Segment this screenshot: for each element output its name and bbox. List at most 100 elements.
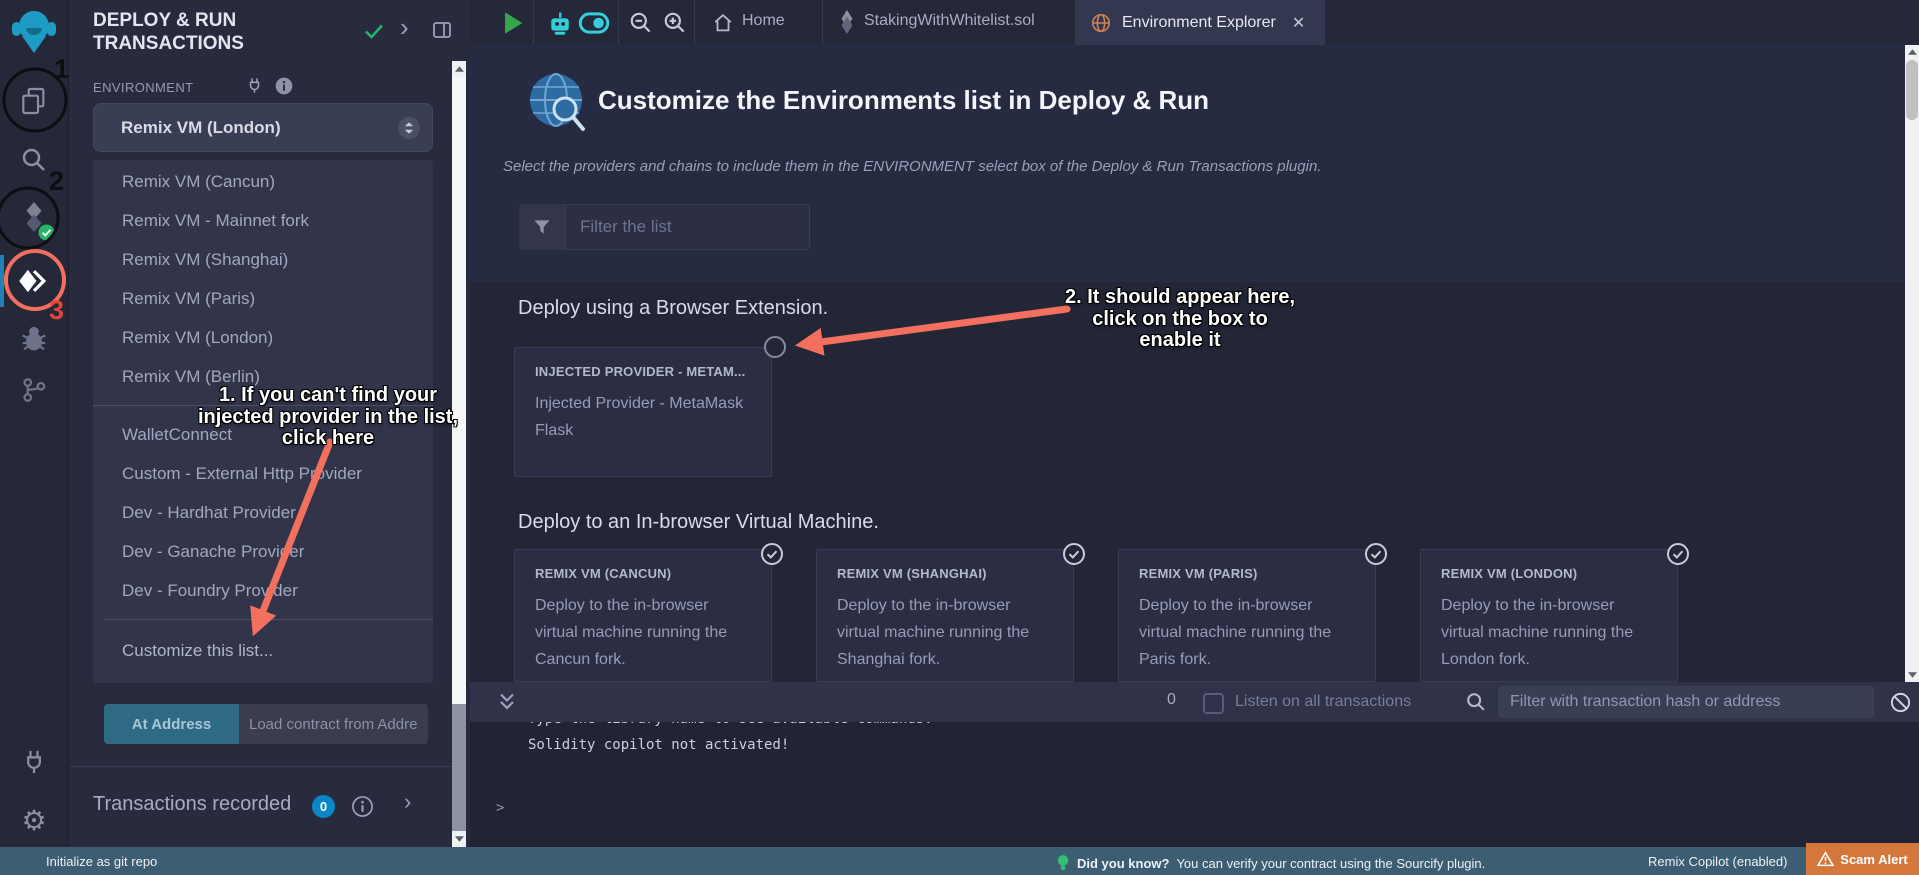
panel-title: DEPLOY & RUN TRANSACTIONS	[93, 9, 328, 55]
main-scrollbar[interactable]	[1905, 45, 1919, 682]
environment-selected-value: Remix VM (London)	[121, 118, 281, 138]
plug-icon	[20, 748, 48, 776]
scrollbar-up-button[interactable]	[1905, 45, 1919, 59]
select-updown-icon	[398, 117, 420, 139]
tabbar-separator	[822, 0, 823, 45]
sidebar-item-plugin-manager[interactable]	[0, 742, 68, 782]
panel-collapse-chevron[interactable]: ›	[400, 12, 409, 43]
provider-card-title: REMIX VM (PARIS)	[1139, 566, 1258, 581]
provider-card-remix-vm-london[interactable]: REMIX VM (LONDON) Deploy to the in-brows…	[1420, 549, 1678, 682]
environment-dropdown-list: Remix VM (Cancun) Remix VM - Mainnet for…	[93, 160, 433, 683]
home-icon	[712, 12, 734, 34]
terminal-toolbar: 0 Listen on all transactions	[470, 682, 1919, 722]
env-option-external-http-provider[interactable]: Custom - External Http Provider	[93, 454, 433, 493]
env-option-hardhat-provider[interactable]: Dev - Hardhat Provider	[93, 493, 433, 532]
provider-card-remix-vm-cancun[interactable]: REMIX VM (CANCUN) Deploy to the in-brows…	[514, 549, 772, 682]
remix-logo[interactable]	[0, 6, 68, 56]
env-option-remix-vm-paris[interactable]: Remix VM (Paris)	[93, 279, 433, 318]
filter-funnel-button[interactable]	[519, 204, 565, 250]
sidebar-item-solidity-compiler[interactable]	[0, 196, 68, 238]
sidebar-item-debugger[interactable]	[0, 318, 68, 358]
env-option-foundry-provider[interactable]: Dev - Foundry Provider	[93, 571, 433, 610]
vm-paris-checkbox-checked[interactable]	[1364, 542, 1388, 566]
sidebar-item-search[interactable]	[0, 140, 68, 180]
environment-label: ENVIRONMENT	[93, 80, 193, 95]
lightbulb-icon	[1056, 854, 1070, 872]
environment-explorer-content: Customize the Environments list in Deplo…	[470, 45, 1919, 682]
zoom-out-icon[interactable]	[628, 10, 654, 36]
customize-globe-icon	[527, 71, 589, 133]
terminal-listen-count: 0	[1167, 691, 1176, 709]
compiler-success-badge	[38, 224, 55, 241]
tab-environment-explorer[interactable]: Environment Explorer ✕	[1075, 0, 1325, 45]
transactions-recorded-label: Transactions recorded	[93, 793, 291, 816]
clear-console-ban-icon[interactable]	[1889, 691, 1912, 714]
scrollbar-thumb[interactable]	[452, 77, 466, 704]
sidebar-item-deploy-run[interactable]	[0, 259, 68, 303]
transactions-count-badge: 0	[312, 795, 335, 818]
vm-shanghai-checkbox-checked[interactable]	[1062, 542, 1086, 566]
env-option-remix-vm-mainnet-fork[interactable]: Remix VM - Mainnet fork	[93, 201, 433, 240]
close-tab-icon[interactable]: ✕	[1292, 13, 1305, 33]
provider-card-injected-metamask[interactable]: INJECTED PROVIDER - METAM... Injected Pr…	[514, 347, 772, 477]
initialize-git-repo-button[interactable]: Initialize as git repo	[46, 854, 157, 869]
env-option-remix-vm-berlin[interactable]: Remix VM (Berlin)	[93, 357, 433, 396]
listen-all-transactions-checkbox[interactable]	[1203, 693, 1224, 714]
listen-all-transactions-label[interactable]: Listen on all transactions	[1235, 693, 1411, 711]
deploy-run-panel: DEPLOY & RUN TRANSACTIONS › ENVIRONMENT …	[68, 0, 470, 847]
env-option-remix-vm-cancun[interactable]: Remix VM (Cancun)	[93, 162, 433, 201]
pin-panel-icon[interactable]	[430, 18, 454, 42]
funnel-icon	[532, 217, 552, 237]
ai-assistant-robot-icon[interactable]	[546, 9, 574, 37]
load-contract-address-input[interactable]	[239, 704, 428, 744]
terminal-line: Solidity copilot not activated!	[528, 737, 789, 753]
run-script-play-icon[interactable]	[502, 11, 524, 35]
scam-alert-button[interactable]: Scam Alert	[1806, 843, 1919, 875]
panel-scrollbar[interactable]	[452, 61, 466, 847]
tip-title: Did you know?	[1077, 856, 1169, 871]
dropdown-divider	[103, 619, 433, 620]
env-option-remix-vm-london[interactable]: Remix VM (London)	[93, 318, 433, 357]
environment-info-icon[interactable]	[274, 76, 294, 96]
provider-card-description: Deploy to the in-browser virtual machine…	[837, 592, 1055, 673]
remix-logo-icon	[11, 7, 57, 55]
tab-home[interactable]: Home	[704, 0, 816, 45]
terminal-expand-double-chevron-icon[interactable]	[495, 690, 519, 714]
tabbar-separator	[694, 0, 695, 45]
tab-staking-with-whitelist[interactable]: StakingWithWhitelist.sol	[828, 0, 1064, 45]
sidebar-item-file-explorer[interactable]	[0, 81, 68, 121]
vm-london-checkbox-checked[interactable]	[1666, 542, 1690, 566]
scrollbar-down-button[interactable]	[1905, 668, 1919, 682]
provider-card-description: Deploy to the in-browser virtual machine…	[535, 592, 753, 673]
zoom-in-icon[interactable]	[662, 10, 688, 36]
tabbar-separator	[618, 0, 619, 45]
sidebar-item-settings[interactable]: ⚙	[0, 800, 68, 840]
transactions-info-icon[interactable]	[350, 794, 375, 819]
env-option-walletconnect[interactable]: WalletConnect	[93, 415, 433, 454]
copilot-toggle-icon[interactable]	[578, 9, 610, 37]
provider-card-title: REMIX VM (CANCUN)	[535, 566, 671, 581]
terminal-search-icon[interactable]	[1465, 691, 1487, 713]
at-address-button[interactable]: At Address	[104, 704, 239, 744]
environment-select[interactable]: Remix VM (London)	[93, 103, 433, 152]
transaction-filter-input[interactable]	[1498, 686, 1874, 718]
env-option-customize-this-list[interactable]: Customize this list...	[93, 629, 433, 673]
scrollbar-down-button[interactable]	[452, 831, 466, 847]
file-tab-label: StakingWithWhitelist.sol	[864, 12, 1035, 30]
scrollbar-up-button[interactable]	[452, 61, 466, 77]
sidebar-item-git[interactable]	[0, 370, 68, 410]
env-option-remix-vm-shanghai[interactable]: Remix VM (Shanghai)	[93, 240, 433, 279]
env-option-ganache-provider[interactable]: Dev - Ganache Provider	[93, 532, 433, 571]
terminal-prompt: >	[496, 800, 504, 816]
remix-copilot-status[interactable]: Remix Copilot (enabled)	[1648, 854, 1787, 869]
tip-text: You can verify your contract using the S…	[1176, 856, 1485, 871]
provider-card-remix-vm-shanghai[interactable]: REMIX VM (SHANGHAI) Deploy to the in-bro…	[816, 549, 1074, 682]
filter-list-input[interactable]	[565, 204, 810, 250]
vm-cancun-checkbox-checked[interactable]	[760, 542, 784, 566]
icon-sidebar: ⚙	[0, 0, 69, 847]
provider-card-description: Deploy to the in-browser virtual machine…	[1139, 592, 1357, 673]
scrollbar-thumb[interactable]	[1906, 60, 1918, 120]
provider-card-remix-vm-paris[interactable]: REMIX VM (PARIS) Deploy to the in-browse…	[1118, 549, 1376, 682]
injected-provider-checkbox-unchecked[interactable]	[763, 335, 787, 359]
transactions-expand-chevron[interactable]: ›	[404, 789, 411, 815]
